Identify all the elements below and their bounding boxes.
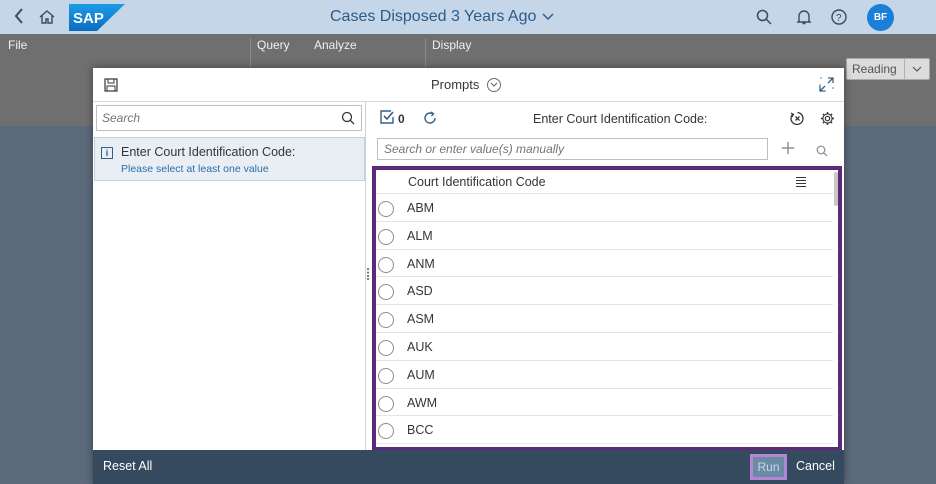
expand-icon[interactable] — [819, 77, 834, 92]
list-item[interactable]: BCC — [376, 416, 833, 445]
values-list: Court Identification Code ABM ALM ANM AS… — [372, 166, 842, 451]
avatar[interactable]: BF — [867, 4, 894, 31]
shell-header: SAP Cases Disposed 3 Years Ago ? BF — [0, 0, 936, 34]
run-button[interactable]: Run — [750, 454, 787, 480]
prompt-list-pane: i Enter Court Identification Code: Pleas… — [93, 102, 366, 450]
toolbar-display-label: Display — [432, 38, 472, 52]
column-menu-icon[interactable] — [795, 175, 807, 187]
prompt-item-hint: Please select at least one value — [121, 163, 269, 175]
home-icon[interactable] — [38, 8, 56, 26]
list-item-value: ASD — [407, 284, 433, 299]
selected-count[interactable]: 0 — [380, 110, 405, 127]
add-value-icon[interactable] — [781, 139, 795, 159]
prompts-dialog: Prompts i Enter Court Identification Cod… — [93, 68, 844, 484]
svg-text:SAP: SAP — [73, 10, 104, 27]
list-item-value: AUK — [407, 339, 433, 354]
gear-icon[interactable] — [820, 111, 835, 126]
values-title: Enter Court Identification Code: — [533, 112, 708, 126]
cancel-button[interactable]: Cancel — [796, 459, 835, 473]
chevron-down-icon — [905, 64, 929, 75]
list-item[interactable]: AUK — [376, 333, 833, 361]
search-icon[interactable] — [341, 111, 355, 125]
app-title[interactable]: Cases Disposed 3 Years Ago — [330, 8, 554, 26]
list-item[interactable]: ALM — [376, 222, 833, 250]
dialog-title-text: Prompts — [431, 77, 480, 92]
svg-text:?: ? — [836, 13, 842, 24]
app-title-text: Cases Disposed 3 Years Ago — [330, 8, 537, 25]
toolbar-query-label: Query — [257, 38, 290, 52]
view-mode-select[interactable]: Reading — [846, 58, 930, 80]
value-search-input[interactable] — [378, 139, 767, 159]
chevron-down-icon[interactable] — [487, 77, 502, 92]
list-item-value: AWM — [407, 395, 438, 410]
values-list-header: Court Identification Code — [376, 170, 838, 194]
clear-selection-icon[interactable] — [790, 111, 805, 126]
list-item[interactable]: ASM — [376, 305, 833, 333]
list-item[interactable]: ANM — [376, 250, 833, 278]
list-item-value: ANM — [407, 256, 435, 271]
radio-button[interactable] — [378, 339, 394, 356]
save-icon[interactable] — [104, 78, 118, 92]
prompt-search-input[interactable] — [97, 106, 327, 130]
info-icon: i — [101, 147, 113, 159]
list-item[interactable]: AUM — [376, 361, 833, 389]
values-toolbar: 0 Enter Court Identification Code: — [369, 102, 844, 134]
list-item[interactable]: ASD — [376, 277, 833, 306]
column-header-court-id[interactable]: Court Identification Code — [408, 175, 546, 189]
prompt-values-pane: 0 Enter Court Identification Code: Court — [369, 102, 844, 451]
radio-button[interactable] — [378, 228, 394, 245]
dialog-footer: Reset All Run Cancel — [93, 450, 844, 484]
radio-button[interactable] — [378, 201, 394, 217]
dialog-title: Prompts — [431, 77, 502, 92]
radio-button[interactable] — [378, 256, 394, 273]
selected-count-value: 0 — [398, 111, 405, 126]
toolbar-file-label: File — [8, 38, 28, 52]
values-rows: ABM ALM ANM ASD ASM AUK AUM AWM BCC — [376, 194, 833, 445]
view-mode-value: Reading — [847, 59, 905, 79]
sap-logo[interactable]: SAP — [69, 4, 125, 31]
list-item-value: ASM — [407, 312, 435, 327]
toolbar-analyze-label: Analyze — [314, 38, 357, 52]
prompt-search-box — [96, 105, 362, 131]
radio-button[interactable] — [378, 395, 394, 412]
list-item-value: AUM — [407, 367, 435, 382]
help-icon[interactable]: ? — [830, 8, 848, 26]
refresh-icon[interactable] — [423, 111, 437, 125]
list-item-value: ABM — [407, 201, 435, 215]
prompt-item-court-id[interactable]: i Enter Court Identification Code: Pleas… — [94, 137, 365, 181]
chevron-down-icon — [542, 10, 554, 24]
radio-button[interactable] — [378, 284, 394, 301]
radio-button[interactable] — [378, 312, 394, 329]
list-item-value: ALM — [407, 228, 433, 243]
search-icon[interactable] — [755, 8, 773, 26]
back-icon[interactable] — [13, 7, 31, 27]
bell-icon[interactable] — [795, 8, 813, 26]
radio-button[interactable] — [378, 423, 394, 440]
list-item-value: BCC — [407, 423, 434, 438]
radio-button[interactable] — [378, 367, 394, 384]
list-item[interactable]: AWM — [376, 389, 833, 417]
dialog-header: Prompts — [93, 68, 844, 102]
search-icon[interactable] — [816, 144, 828, 157]
checkbox-check-icon — [380, 110, 394, 127]
reset-all-button[interactable]: Reset All — [103, 459, 152, 473]
prompt-item-name: Enter Court Identification Code: — [121, 145, 296, 159]
values-scrollbar[interactable] — [834, 172, 838, 206]
list-item[interactable]: ABM — [376, 194, 833, 222]
value-search-box — [377, 138, 768, 160]
